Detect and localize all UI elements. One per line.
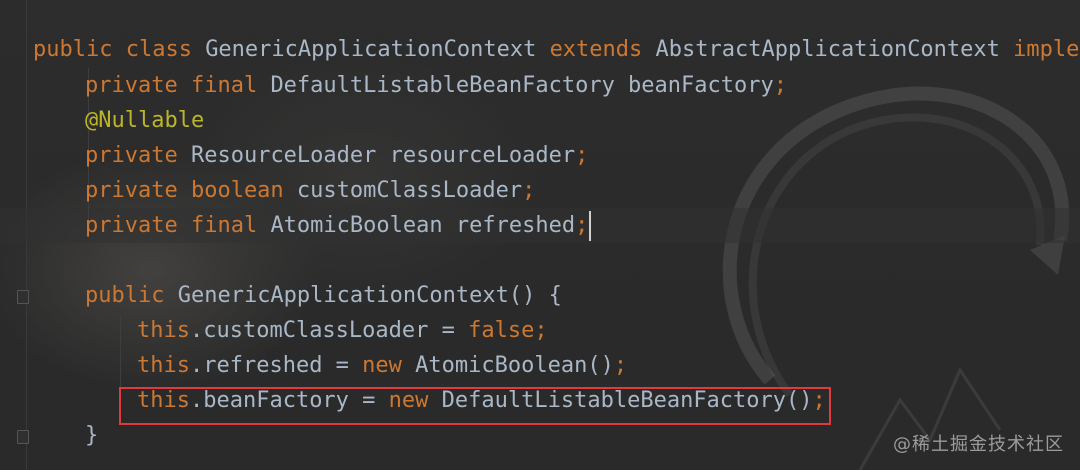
text-caret: [589, 211, 592, 241]
highlight-box: [119, 387, 831, 425]
code-token: GenericApplicationContext: [205, 37, 550, 62]
code-token: ;: [575, 213, 589, 238]
code-token: false: [468, 318, 535, 343]
code-token: .refreshed =: [189, 353, 363, 378]
code-token: AbstractApplicationContext: [655, 37, 1014, 62]
code-token: public: [85, 283, 178, 308]
line-assign-customclassloader[interactable]: this.customClassLoader = false;: [137, 313, 548, 348]
line-field-beanfactory[interactable]: private final DefaultListableBeanFactory…: [85, 68, 787, 103]
code-token: this: [137, 318, 190, 343]
fold-marker-icon[interactable]: [17, 290, 29, 304]
code-token: impleme: [1013, 37, 1080, 62]
code-token: GenericApplicationContext() {: [177, 283, 562, 308]
code-token: @Nullable: [85, 108, 205, 133]
line-field-refreshed[interactable]: private final AtomicBoolean refreshed;: [85, 208, 592, 243]
code-token: new: [362, 353, 416, 378]
line-field-resourceloader[interactable]: private ResourceLoader resourceLoader;: [85, 138, 588, 173]
line-annotation-nullable[interactable]: @Nullable: [85, 103, 204, 138]
fold-marker-icon[interactable]: [17, 430, 29, 444]
code-token: ;: [773, 73, 788, 98]
line-class-decl[interactable]: public class GenericApplicationContext e…: [33, 32, 1080, 67]
code-token: DefaultListableBeanFactory beanFactory: [270, 73, 774, 98]
code-token: public class: [33, 37, 206, 62]
code-token: .customClassLoader =: [189, 318, 469, 343]
code-token: ;: [575, 143, 589, 168]
code-token: this: [137, 353, 190, 378]
code-token: private final: [85, 213, 271, 238]
code-token: private: [85, 143, 191, 168]
code-token: ;: [522, 178, 536, 203]
code-token: private final: [85, 73, 271, 98]
code-token: AtomicBoolean(): [415, 353, 614, 378]
code-token: ;: [534, 318, 548, 343]
code-token: AtomicBoolean refreshed: [270, 213, 576, 238]
code-token: }: [85, 423, 99, 448]
code-token: extends: [549, 37, 656, 62]
code-token: customClassLoader: [296, 178, 523, 203]
watermark: @稀土掘金技术社区: [893, 434, 1064, 455]
code-token: ResourceLoader resourceLoader: [190, 143, 576, 168]
line-field-customclassloader[interactable]: private boolean customClassLoader;: [85, 173, 535, 208]
line-close-brace[interactable]: }: [85, 418, 98, 453]
code-editor[interactable]: public class GenericApplicationContext e…: [0, 0, 1080, 470]
line-constructor-decl[interactable]: public GenericApplicationContext() {: [85, 278, 562, 313]
code-token: private boolean: [85, 178, 297, 203]
code-token: ;: [613, 353, 628, 378]
line-assign-refreshed[interactable]: this.refreshed = new AtomicBoolean();: [137, 348, 627, 383]
